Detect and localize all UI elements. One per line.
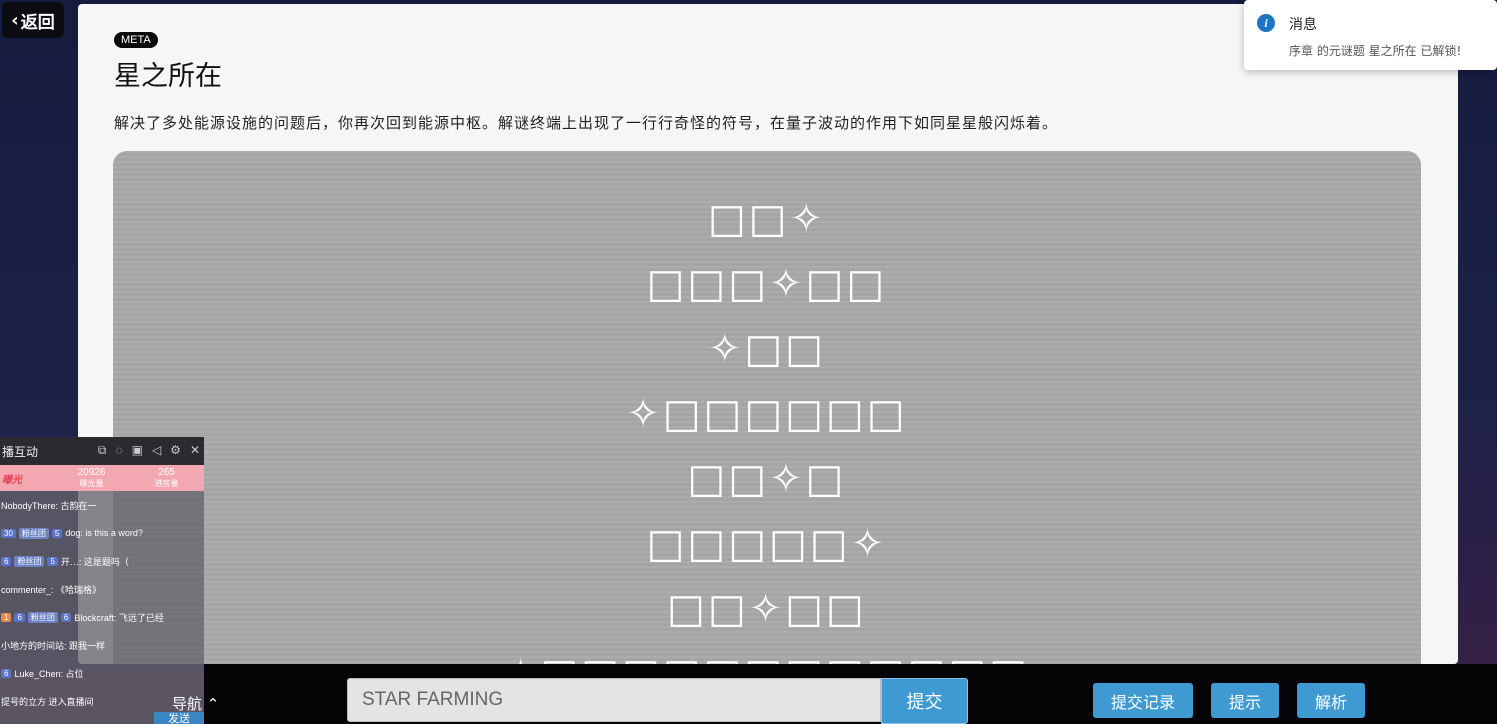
chat-message: 小地方的时间站: 跟我一样 — [0, 631, 204, 659]
back-button[interactable]: ‹ 返回 — [2, 2, 64, 38]
toast-title: 消息 — [1289, 17, 1317, 33]
glyph-row: ✧□□ — [707, 325, 827, 372]
back-label: 返回 — [20, 12, 55, 33]
chat-message: 6 粉丝团 5 开…: 这是题吗（ — [0, 547, 204, 575]
chat-message-text: 提号的立方 进入直播间 — [1, 696, 94, 707]
fan-level-badge: 6 — [60, 612, 72, 622]
chat-message-text: Blockcraft: 飞远了已经 — [74, 612, 164, 623]
glyph-row: □□□□□✧ — [646, 520, 888, 567]
chat-header: 播互动 ⧉ ◌ ▣ ◁ ⚙ ✕ — [0, 437, 204, 465]
chat-message-text: NobodyThere: 古韵在一 — [1, 500, 97, 511]
chat-message-text: Luke_Chen: 占位 — [14, 668, 84, 679]
chat-message-text: commenter_: 《哈瑞格》 — [1, 584, 102, 595]
exposure-label: 曝光 — [2, 474, 22, 486]
mute-icon[interactable]: ◁ — [152, 443, 161, 458]
enter-stat: 265 进房量 — [129, 467, 204, 489]
chat-message-text: 开…: 这是题吗（ — [60, 556, 129, 567]
submit-button[interactable]: 提交 — [881, 678, 968, 724]
chat-message: 1 6 粉丝团 6 Blockcraft: 飞远了已经 — [0, 603, 204, 631]
nav-label: 导航 — [172, 695, 203, 713]
chat-toolbar: ⧉ ◌ ▣ ◁ ⚙ ✕ — [98, 443, 200, 458]
views-stat: 20926 曝光量 — [54, 467, 129, 489]
glyph-row: □□✧□□ — [667, 585, 867, 632]
puzzle-card: META 星之所在 解决了多处能源设施的问题后，你再次回到能源中枢。解谜终端上出… — [78, 4, 1458, 664]
popout-icon[interactable]: ⧉ — [98, 443, 107, 458]
glyph-rows: □□✧ □□□✧□□ ✧□□ ✧□□□□□□ □□✧□ □□□□□✧ □□✧□□… — [113, 186, 1421, 665]
chat-stats: 曝光 20926 曝光量 265 进房量 — [0, 465, 204, 491]
chat-message-text: 小地方的时间站: 跟我一样 — [1, 640, 106, 651]
level-badge: 30 — [1, 528, 16, 538]
glyph-row: □□□✧□□ — [646, 260, 888, 307]
enter-value: 265 — [158, 467, 175, 478]
chat-title: 播互动 — [2, 444, 39, 459]
chat-message: 6 Luke_Chen: 占位 — [0, 659, 204, 687]
close-icon[interactable]: ✕ — [190, 443, 200, 458]
nav-toggle[interactable]: 导航 ⌃ — [172, 693, 219, 714]
glyph-row: ✧□□□□□□ — [626, 390, 908, 437]
glyph-row: □□✧ — [707, 195, 827, 242]
info-icon: i — [1257, 14, 1275, 32]
chat-send-button[interactable]: 发送 — [154, 712, 204, 724]
puzzle-description: 解决了多处能源设施的问题后，你再次回到能源中枢。解谜终端上出现了一行行奇怪的符号… — [114, 114, 1059, 132]
fan-level-badge: 5 — [47, 556, 58, 566]
toast-message: 序章 的元谜题 星之所在 已解锁! — [1289, 44, 1462, 58]
views-label: 曝光量 — [79, 479, 104, 488]
views-value: 20926 — [77, 467, 106, 478]
meta-tag: META — [114, 32, 158, 48]
chevron-left-icon: ‹ — [11, 9, 19, 31]
mic-icon[interactable]: ◌ — [115, 443, 122, 458]
level-badge: 6 — [1, 556, 12, 566]
chevron-up-icon: ⌃ — [206, 695, 220, 713]
chat-message: commenter_: 《哈瑞格》 — [0, 575, 204, 603]
hint-button[interactable]: 提示 — [1211, 683, 1279, 718]
level-badge: 6 — [1, 668, 12, 678]
answer-input[interactable] — [347, 678, 881, 722]
enter-label: 进房量 — [154, 479, 179, 488]
puzzle-display: □□✧ □□□✧□□ ✧□□ ✧□□□□□□ □□✧□ □□□□□✧ □□✧□□… — [113, 151, 1421, 664]
fan-level-badge: 5 — [51, 528, 63, 538]
live-chat-panel: 播互动 ⧉ ◌ ▣ ◁ ⚙ ✕ 曝光 20926 曝光量 265 进房量 Nobod… — [0, 437, 204, 724]
fan-badge: 粉丝团 — [27, 611, 58, 623]
glyph-row: ✧□□□□□□□□□□□□ — [113, 641, 1421, 665]
level-badge: 6 — [14, 612, 25, 622]
notification-toast[interactable]: i 消息 序章 的元谜题 星之所在 已解锁! — [1244, 0, 1497, 70]
chat-message: 30 粉丝团 5 dog: is this a word? — [0, 519, 204, 547]
lock-icon[interactable]: ▣ — [132, 443, 143, 458]
submission-history-button[interactable]: 提交记录 — [1093, 683, 1193, 718]
page-title: 星之所在 — [114, 61, 222, 92]
rank-badge: 1 — [1, 612, 12, 622]
fan-badge: 粉丝团 — [18, 527, 49, 539]
chat-message-text: dog: is this a word? — [65, 528, 143, 538]
solution-button[interactable]: 解析 — [1297, 683, 1365, 718]
glyph-row: □□✧□ — [687, 455, 847, 502]
gear-icon[interactable]: ⚙ — [170, 443, 181, 458]
fan-badge: 粉丝团 — [14, 555, 45, 567]
chat-message: NobodyThere: 古韵在一 — [0, 491, 204, 519]
